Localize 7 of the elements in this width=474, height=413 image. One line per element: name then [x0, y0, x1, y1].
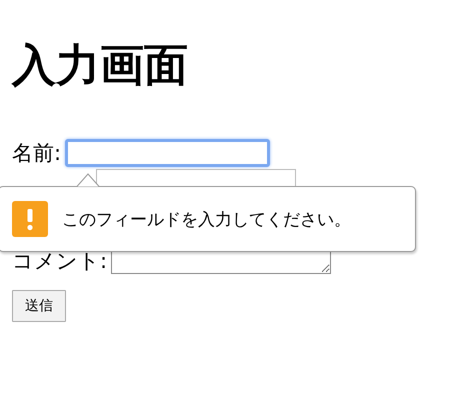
submit-button[interactable]: 送信 [12, 290, 66, 322]
page-heading: 入力画面 [10, 39, 189, 93]
tooltip-message: このフィールドを入力してください。 [62, 208, 351, 230]
text-field[interactable] [65, 139, 270, 167]
warning-icon [12, 201, 48, 237]
field-label: 名前: [12, 140, 62, 166]
field-label: コメント: [12, 248, 108, 274]
